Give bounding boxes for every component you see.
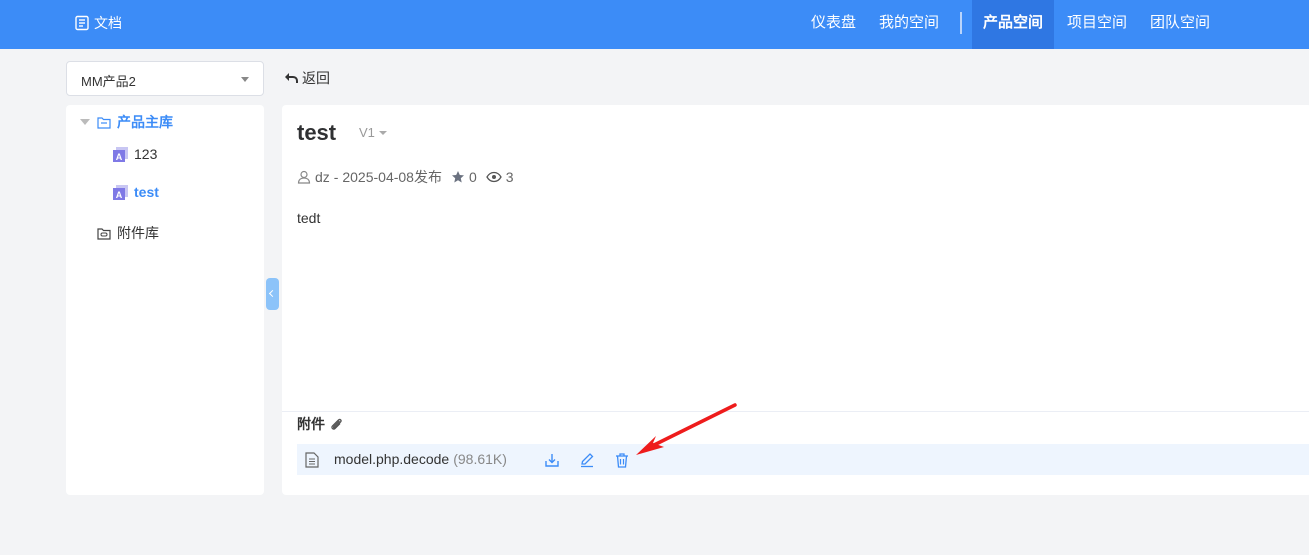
user-icon bbox=[297, 170, 311, 184]
view-count: 3 bbox=[505, 169, 514, 185]
attachment-row: model.php.decode (98.61K) bbox=[297, 444, 1309, 475]
publish-date: - 2025-04-08发布 bbox=[333, 169, 442, 185]
nav-divider bbox=[960, 12, 962, 34]
nav-my-space[interactable]: 我的空间 bbox=[879, 0, 939, 49]
text-file-icon bbox=[305, 452, 319, 468]
attachment-library-label: 附件库 bbox=[117, 225, 159, 241]
back-arrow-icon bbox=[285, 73, 298, 83]
file-name-text: model.php.decode bbox=[334, 451, 450, 467]
annotation-arrow bbox=[636, 403, 737, 455]
file-size: (98.61K) bbox=[453, 451, 507, 467]
author-name: dz bbox=[315, 169, 330, 185]
sidebar-collapse-handle[interactable] bbox=[266, 278, 279, 310]
tree-doc-item-active[interactable]: A test bbox=[113, 184, 159, 200]
eye-icon bbox=[486, 171, 502, 183]
tree-doc-item[interactable]: A 123 bbox=[113, 146, 157, 162]
section-divider bbox=[282, 411, 1309, 412]
top-navbar: 文档 仪表盘 我的空间 产品空间 项目空间 团队空间 bbox=[0, 0, 1309, 49]
version-label: V1 bbox=[359, 125, 375, 140]
nav-project-space[interactable]: 项目空间 bbox=[1067, 0, 1127, 49]
caret-down-icon bbox=[241, 77, 249, 82]
tree-doc-label: 123 bbox=[134, 146, 158, 162]
back-label: 返回 bbox=[302, 70, 330, 86]
nav-dashboard[interactable]: 仪表盘 bbox=[811, 0, 856, 49]
brand-label: 文档 bbox=[94, 15, 122, 31]
space-select[interactable]: MM产品2 bbox=[66, 61, 264, 96]
nav-product-space[interactable]: 产品空间 bbox=[972, 0, 1055, 49]
svg-text:A: A bbox=[116, 152, 123, 162]
edit-icon[interactable] bbox=[579, 452, 595, 468]
download-icon[interactable] bbox=[544, 452, 560, 468]
tree-doc-label: test bbox=[134, 184, 159, 200]
attachments-heading: 附件 bbox=[297, 414, 344, 434]
star-count: 0 bbox=[468, 169, 477, 185]
document-content-panel: test V1 dz - 2025-04-08发布 0 3 tedt 附件 mo… bbox=[282, 105, 1309, 495]
attachment-folder-icon bbox=[97, 227, 111, 240]
attachments-title: 附件 bbox=[297, 416, 325, 432]
doc-tree-panel: 产品主库 A 123 A test 附件库 bbox=[66, 105, 264, 495]
svg-text:A: A bbox=[116, 190, 123, 200]
paperclip-icon bbox=[331, 418, 342, 430]
back-button[interactable]: 返回 bbox=[284, 68, 330, 88]
doc-file-icon: A bbox=[113, 146, 128, 162]
version-select[interactable]: V1 bbox=[359, 125, 387, 140]
tree-root-library[interactable]: 产品主库 bbox=[80, 112, 173, 132]
document-list-icon bbox=[75, 15, 89, 31]
tree-expand-arrow-icon[interactable] bbox=[80, 119, 90, 125]
tree-root-label: 产品主库 bbox=[117, 114, 173, 130]
attachment-file-name[interactable]: model.php.decode (98.61K) bbox=[334, 451, 507, 467]
document-body: tedt bbox=[297, 210, 321, 226]
document-title: test bbox=[297, 120, 337, 145]
caret-down-icon bbox=[378, 130, 387, 135]
star-icon[interactable] bbox=[451, 170, 465, 184]
doc-file-icon: A bbox=[113, 184, 128, 200]
space-select-value: MM产品2 bbox=[81, 74, 136, 89]
nav-team-space[interactable]: 团队空间 bbox=[1150, 0, 1210, 49]
library-folder-icon bbox=[97, 116, 111, 129]
document-meta: dz - 2025-04-08发布 0 3 bbox=[297, 167, 514, 187]
tree-attachment-library[interactable]: 附件库 bbox=[97, 223, 159, 243]
brand-link[interactable]: 文档 bbox=[74, 13, 122, 33]
